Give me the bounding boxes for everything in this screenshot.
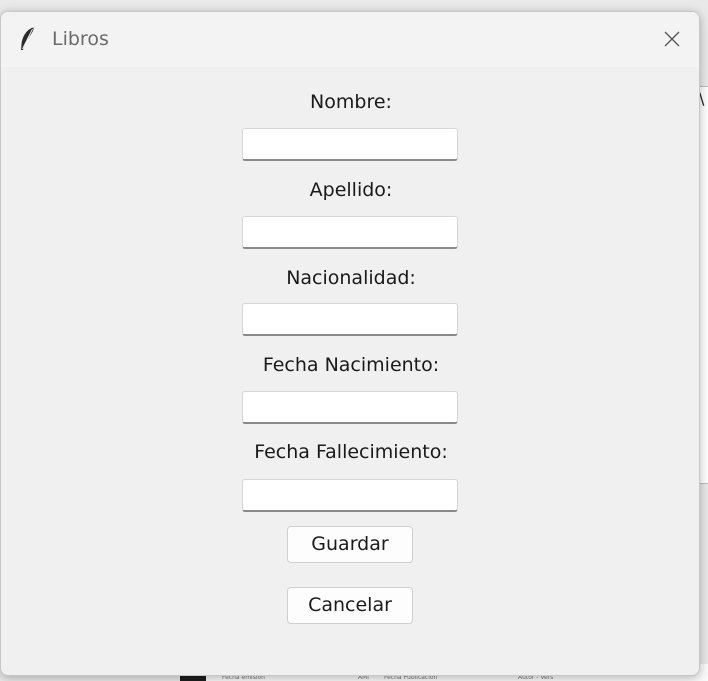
close-button[interactable] xyxy=(659,26,685,52)
nombre-input[interactable] xyxy=(242,128,458,161)
fecha-fallecimiento-input[interactable] xyxy=(242,479,458,512)
feather-icon xyxy=(21,27,34,50)
fecha-fallecimiento-label: Fecha Fallecimiento: xyxy=(254,441,448,463)
libros-dialog: Libros Nombre: Apellido: Nacionalidad: F… xyxy=(0,11,700,676)
apellido-label: Apellido: xyxy=(309,179,393,201)
nacionalidad-label: Nacionalidad: xyxy=(286,267,416,289)
window-title: Libros xyxy=(52,28,109,50)
fecha-nacimiento-input[interactable] xyxy=(242,391,458,424)
nacionalidad-input[interactable] xyxy=(242,303,458,336)
cancelar-button[interactable]: Cancelar xyxy=(287,587,413,624)
guardar-button[interactable]: Guardar xyxy=(287,526,413,563)
nombre-label: Nombre: xyxy=(310,91,392,113)
close-icon xyxy=(664,31,680,47)
title-bar[interactable]: Libros xyxy=(1,12,699,67)
fecha-nacimiento-label: Fecha Nacimiento: xyxy=(262,354,440,376)
apellido-input[interactable] xyxy=(242,216,458,249)
